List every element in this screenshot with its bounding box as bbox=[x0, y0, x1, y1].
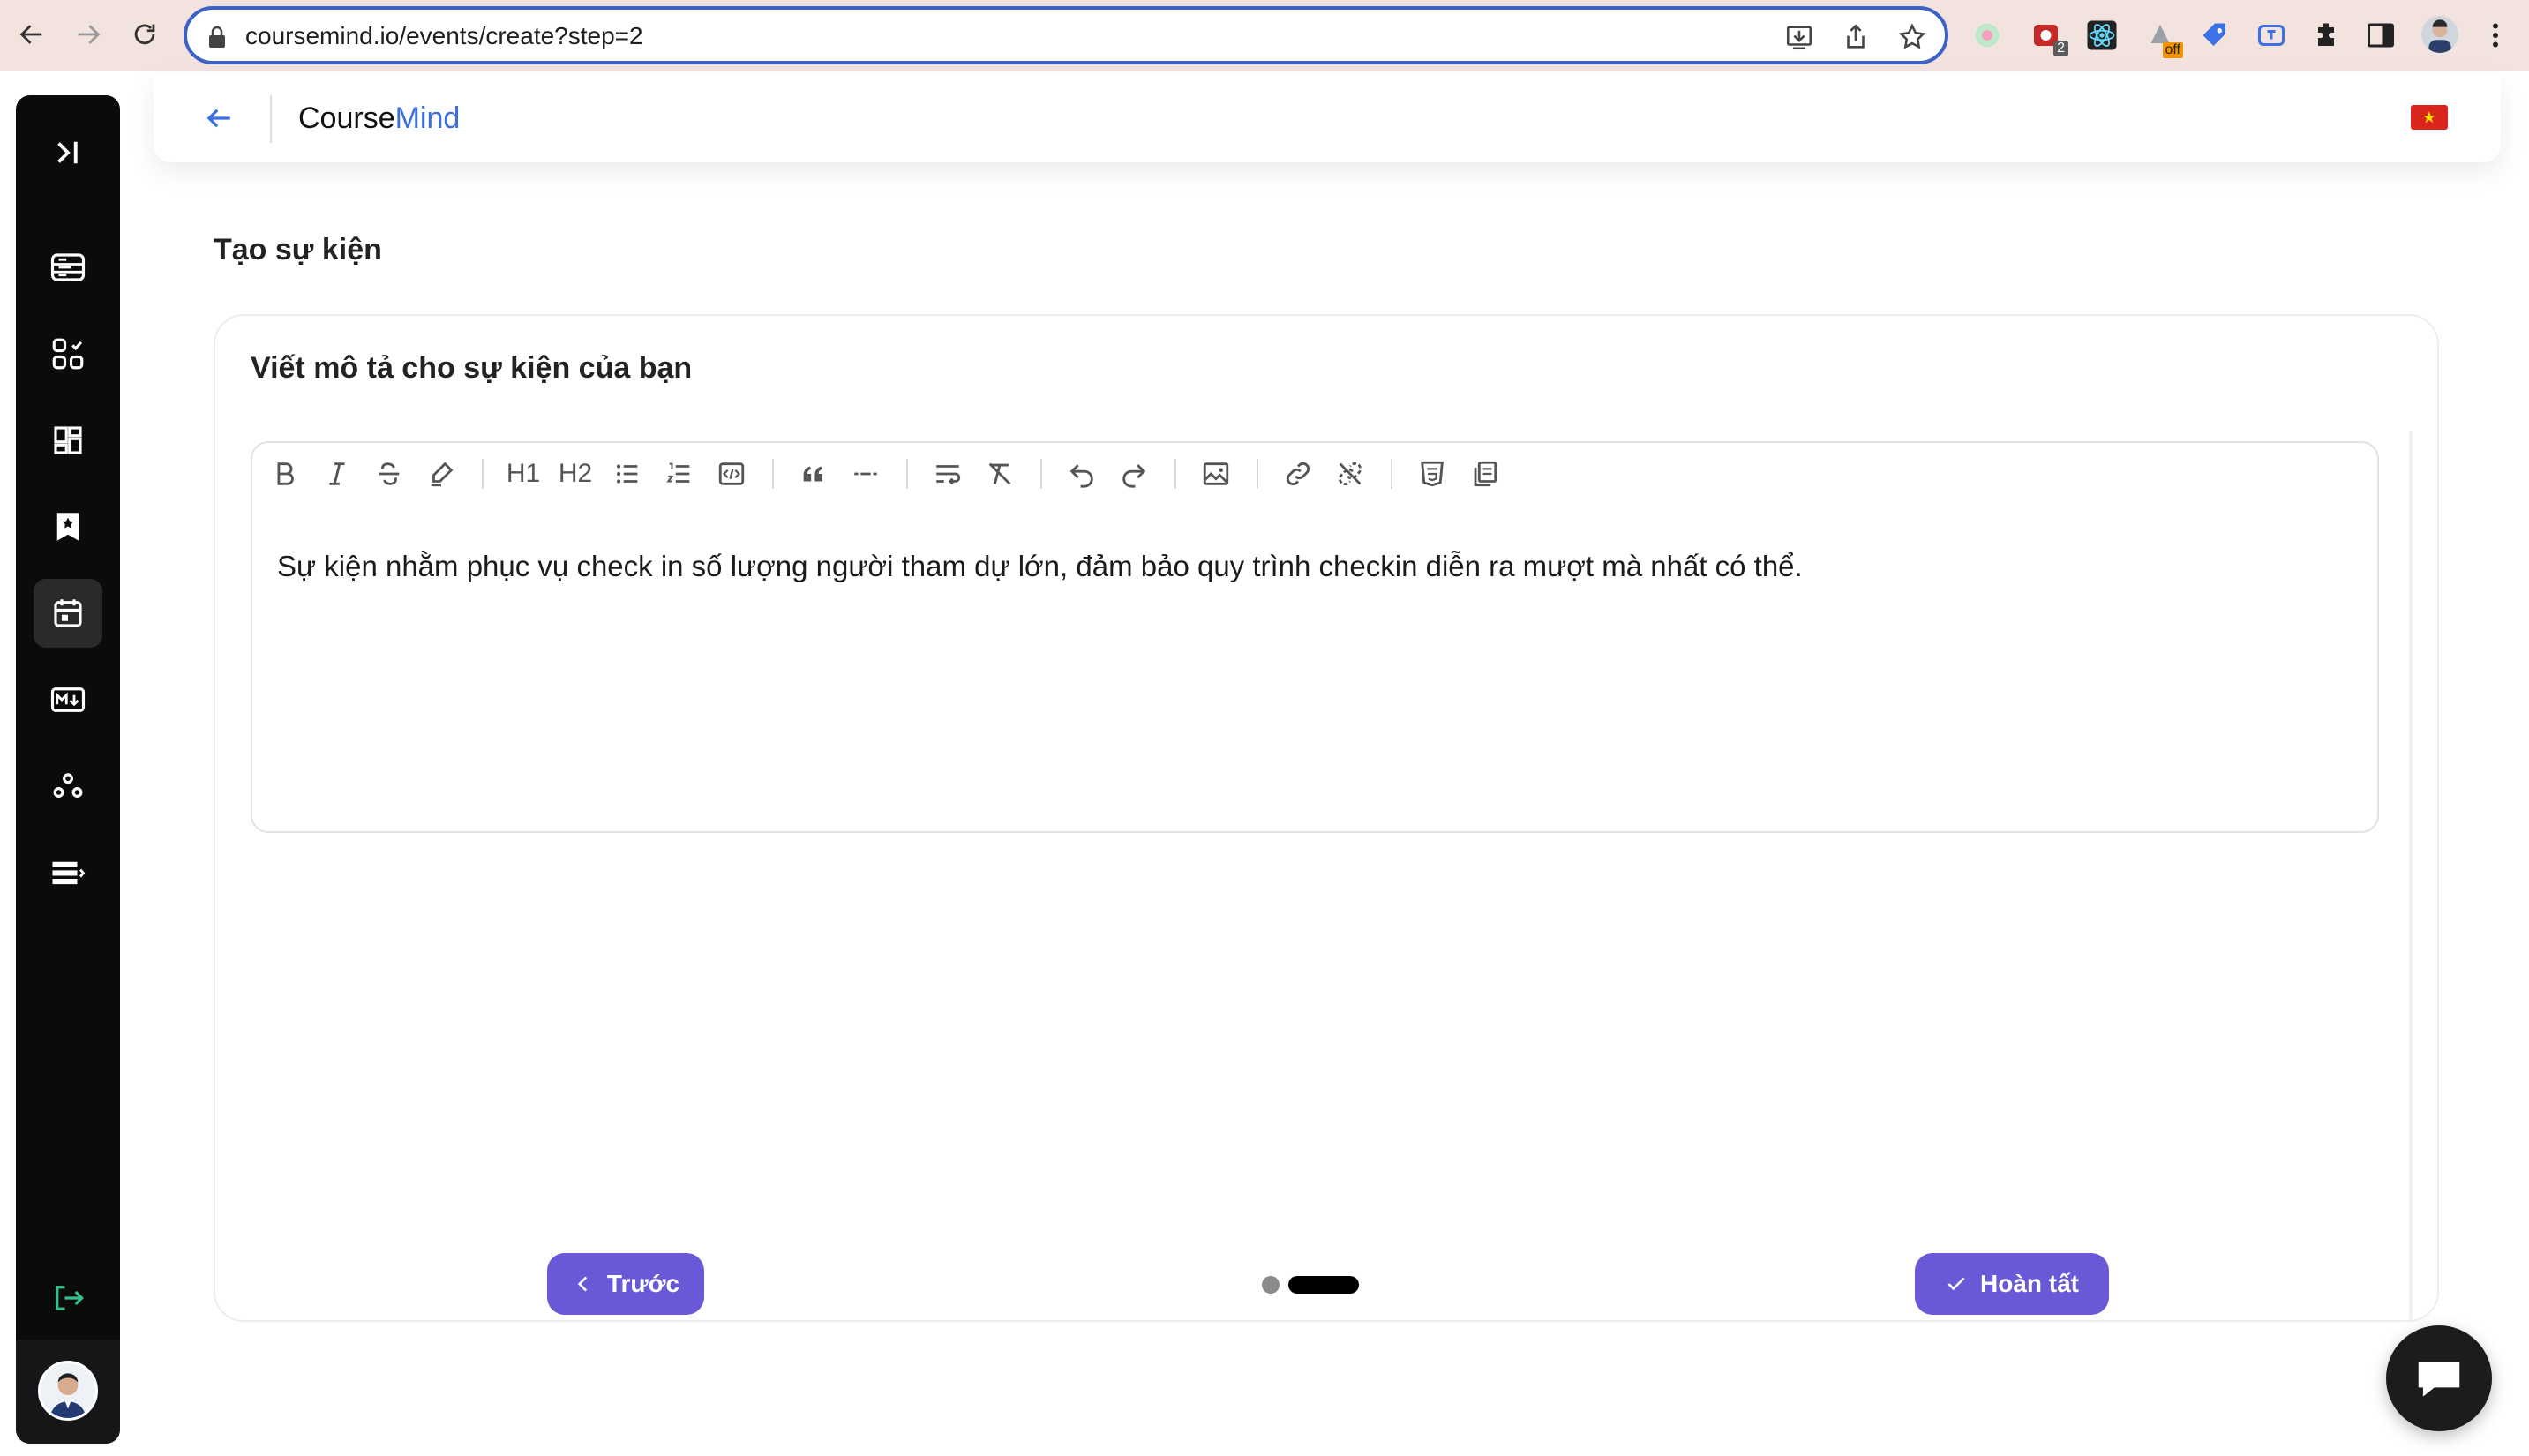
back-arrow-icon[interactable] bbox=[199, 99, 238, 138]
share-icon[interactable] bbox=[1841, 22, 1871, 52]
image-icon[interactable] bbox=[1196, 455, 1236, 492]
toolbar-separator bbox=[1174, 459, 1176, 489]
more-menu-icon[interactable] bbox=[2478, 18, 2513, 53]
step-indicator bbox=[1262, 1276, 1359, 1294]
address-bar[interactable]: coursemind.io/events/create?step=2 bbox=[184, 6, 1948, 64]
apps-icon[interactable] bbox=[34, 319, 102, 388]
react-devtools-icon[interactable] bbox=[2084, 18, 2120, 53]
courses-icon[interactable] bbox=[34, 233, 102, 302]
bold-icon[interactable] bbox=[265, 455, 305, 492]
side-panel-icon[interactable] bbox=[2363, 18, 2398, 53]
brand-part-1: Course bbox=[298, 101, 395, 135]
record-extension-icon[interactable]: 2 bbox=[2030, 18, 2068, 56]
card-title: Viết mô tả cho sự kiện của bạn bbox=[251, 351, 693, 385]
chevron-left-icon bbox=[577, 1276, 588, 1292]
brand-part-2: Mind bbox=[394, 101, 461, 135]
heading-2-button[interactable]: H2 bbox=[555, 455, 596, 492]
ordered-list-icon[interactable] bbox=[659, 455, 700, 492]
bookmark-star-icon[interactable] bbox=[1897, 22, 1927, 52]
step-2-active[interactable] bbox=[1288, 1276, 1359, 1294]
chat-bubble-icon bbox=[2418, 1362, 2460, 1397]
expand-sidebar-icon[interactable] bbox=[34, 118, 102, 187]
rich-text-editor: H1 H2 Sự kiện nhằm phục vụ check in số l… bbox=[251, 441, 2379, 833]
user-avatar[interactable] bbox=[38, 1361, 98, 1421]
html-icon[interactable] bbox=[1412, 455, 1452, 492]
finish-button[interactable]: Hoàn tất bbox=[1915, 1253, 2109, 1315]
browser-profile-avatar[interactable] bbox=[2421, 16, 2458, 53]
list-icon[interactable] bbox=[34, 838, 102, 907]
step-1-dot[interactable] bbox=[1262, 1276, 1280, 1294]
browser-chrome: coursemind.io/events/create?step=2 2 off bbox=[0, 0, 2529, 71]
translate-extension-icon[interactable] bbox=[2254, 18, 2289, 53]
heading-1-button[interactable]: H1 bbox=[503, 455, 544, 492]
code-block-icon[interactable] bbox=[711, 455, 752, 492]
toolbar-separator bbox=[482, 459, 484, 489]
dashboard-icon[interactable] bbox=[34, 406, 102, 475]
back-nav-icon[interactable] bbox=[11, 13, 53, 56]
toolbar-separator bbox=[1040, 459, 1042, 489]
toolbar-separator bbox=[772, 459, 774, 489]
header-divider bbox=[270, 95, 272, 143]
blockquote-icon[interactable] bbox=[793, 455, 834, 492]
editor-toolbar: H1 H2 bbox=[265, 455, 1516, 492]
calendar-icon[interactable] bbox=[34, 579, 102, 648]
italic-icon[interactable] bbox=[317, 455, 357, 492]
card-scrollbar[interactable] bbox=[2409, 431, 2413, 1322]
install-app-icon[interactable] bbox=[1784, 22, 1814, 52]
chat-button[interactable] bbox=[2386, 1325, 2492, 1431]
event-description-card: Viết mô tả cho sự kiện của bạn H1 H2 Sự … bbox=[214, 314, 2439, 1322]
strikethrough-icon[interactable] bbox=[369, 455, 409, 492]
clear-format-icon[interactable] bbox=[979, 455, 1020, 492]
brand-logo[interactable]: CourseMind bbox=[298, 101, 460, 136]
highlight-icon[interactable] bbox=[421, 455, 462, 492]
app-header: CourseMind ★ bbox=[154, 74, 2501, 162]
wrap-text-icon[interactable] bbox=[927, 455, 968, 492]
editor-content[interactable]: Sự kiện nhằm phục vụ check in số lượng n… bbox=[277, 547, 1803, 586]
reload-icon[interactable] bbox=[124, 13, 166, 56]
logout-icon[interactable] bbox=[34, 1264, 102, 1332]
unlink-icon[interactable] bbox=[1330, 455, 1370, 492]
previous-button[interactable]: Trước bbox=[547, 1253, 704, 1315]
markdown-icon[interactable] bbox=[34, 665, 102, 734]
finish-label: Hoàn tất bbox=[1980, 1270, 2079, 1297]
copy-icon[interactable] bbox=[1464, 455, 1505, 492]
check-icon bbox=[1947, 1277, 1965, 1291]
toolbar-separator bbox=[906, 459, 908, 489]
lock-icon bbox=[209, 26, 225, 48]
bookmark-icon[interactable] bbox=[34, 492, 102, 561]
undo-icon[interactable] bbox=[1062, 455, 1102, 492]
puzzle-icon[interactable] bbox=[2308, 18, 2344, 53]
extension-off-icon[interactable]: off bbox=[2143, 18, 2183, 58]
community-icon[interactable] bbox=[34, 752, 102, 821]
color-picker-extension-icon[interactable] bbox=[1970, 18, 2005, 53]
toolbar-separator bbox=[1257, 459, 1258, 489]
link-icon[interactable] bbox=[1278, 455, 1318, 492]
tag-extension-icon[interactable] bbox=[2197, 18, 2233, 53]
sidebar bbox=[16, 95, 120, 1444]
url-text: coursemind.io/events/create?step=2 bbox=[245, 22, 643, 49]
toolbar-separator bbox=[1391, 459, 1392, 489]
forward-nav-icon[interactable] bbox=[67, 13, 109, 56]
horizontal-rule-icon[interactable] bbox=[845, 455, 886, 492]
language-flag-icon[interactable]: ★ bbox=[2411, 105, 2448, 130]
bullet-list-icon[interactable] bbox=[607, 455, 648, 492]
page-title: Tạo sự kiện bbox=[214, 233, 382, 266]
redo-icon[interactable] bbox=[1114, 455, 1154, 492]
previous-label: Trước bbox=[606, 1270, 680, 1297]
